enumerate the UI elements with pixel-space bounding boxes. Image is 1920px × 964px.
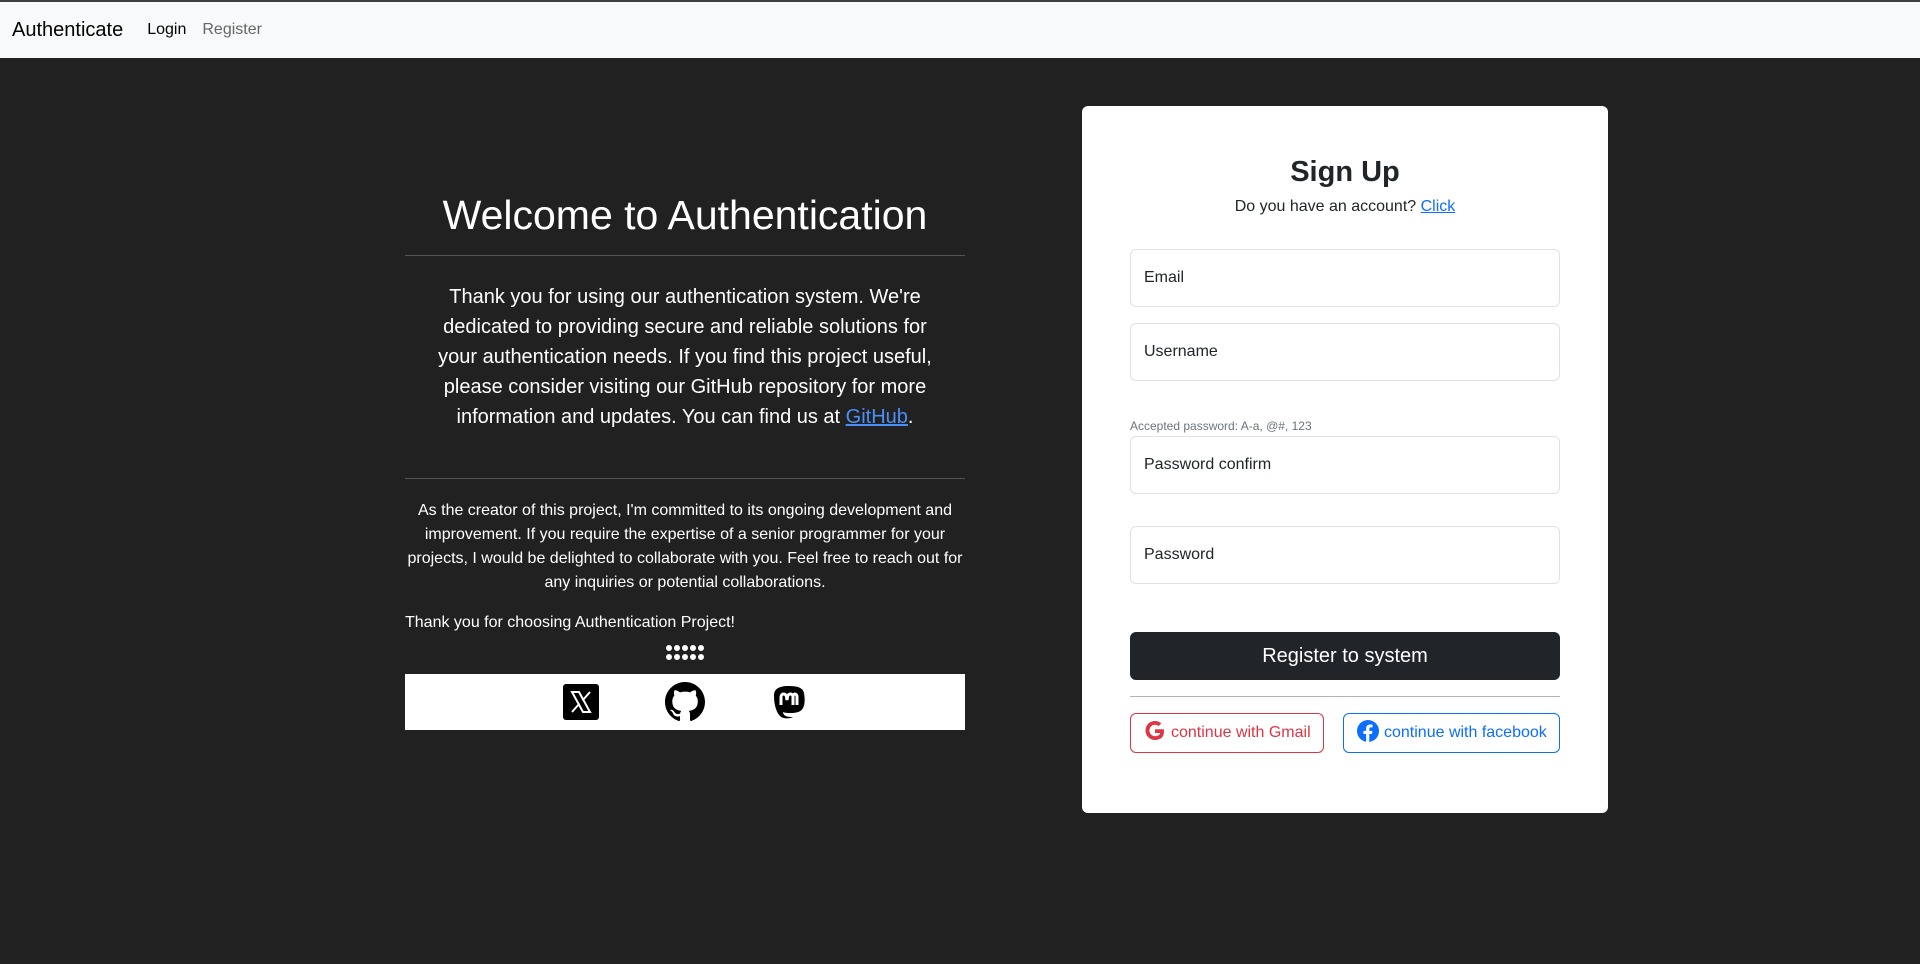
welcome-section: Welcome to Authentication Thank you for … — [405, 185, 965, 730]
password-confirm-field[interactable]: Password confirm — [1130, 436, 1560, 494]
thanks-text: Thank you for choosing Authentication Pr… — [405, 614, 735, 631]
account-prompt: Do you have an account? Click — [1130, 198, 1560, 216]
creator-paragraph: As the creator of this project, I'm comm… — [407, 502, 963, 591]
github-icon[interactable] — [665, 682, 705, 722]
password-hint: Accepted password: A-a, @#, 123 — [1130, 419, 1312, 433]
gmail-button-label: continue with Gmail — [1171, 724, 1311, 741]
x-icon[interactable] — [561, 682, 601, 722]
top-navbar: Authenticate Login Register — [0, 0, 1920, 58]
username-field[interactable]: Username — [1130, 323, 1560, 381]
divider — [1130, 696, 1560, 697]
dots-decoration — [405, 645, 965, 660]
social-links-bar — [405, 674, 965, 730]
github-link[interactable]: GitHub — [846, 406, 908, 428]
facebook-icon — [1356, 719, 1380, 748]
intro-end: . — [907, 406, 914, 428]
password-field[interactable]: Password — [1130, 526, 1560, 584]
brand-logo[interactable]: Authenticate — [12, 19, 123, 42]
email-field[interactable]: Email — [1130, 249, 1560, 307]
nav-login-link[interactable]: Login — [147, 21, 186, 39]
gmail-button[interactable]: continue with Gmail — [1130, 713, 1324, 753]
register-button[interactable]: Register to system — [1130, 632, 1560, 680]
facebook-button-label: continue with facebook — [1384, 724, 1547, 741]
oauth-buttons: continue with Gmail continue with facebo… — [1130, 713, 1560, 753]
login-link[interactable]: Click — [1421, 198, 1456, 215]
account-question: Do you have an account? — [1234, 198, 1421, 215]
signup-title: Sign Up — [1290, 156, 1400, 188]
google-icon — [1143, 719, 1167, 748]
mastodon-icon[interactable] — [769, 682, 809, 722]
welcome-heading: Welcome to Authentication — [442, 192, 928, 238]
signup-card: Sign Up Do you have an account? Click Em… — [1082, 106, 1608, 813]
intro-paragraph: Thank you for using our authentication s… — [405, 256, 965, 478]
facebook-button[interactable]: continue with facebook — [1343, 713, 1560, 753]
nav-register-link[interactable]: Register — [202, 21, 262, 39]
